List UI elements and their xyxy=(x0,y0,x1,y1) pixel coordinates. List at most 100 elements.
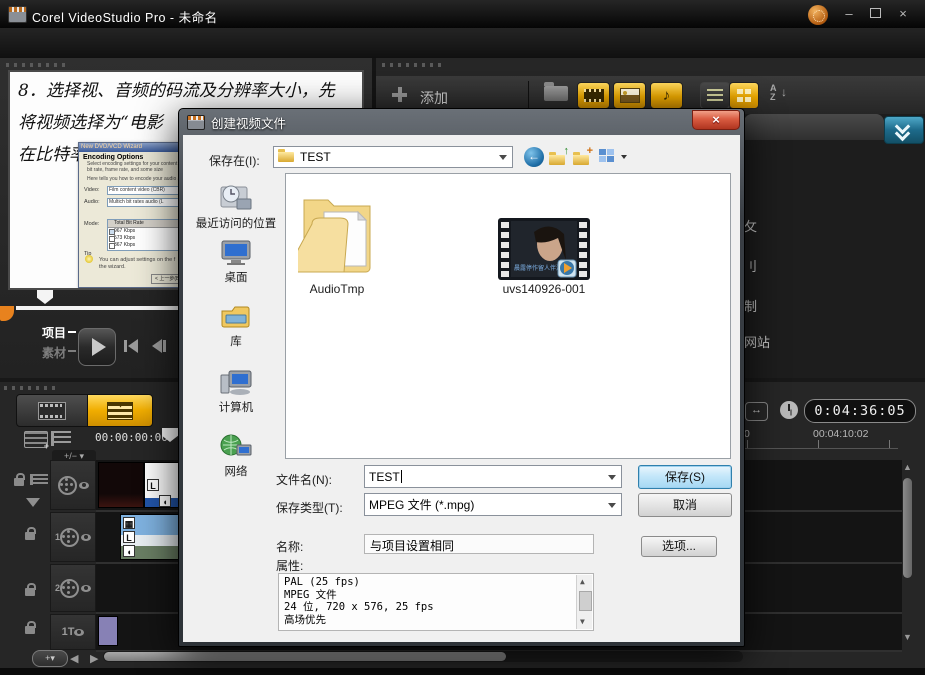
slide-text: 8．选择视、音频的码流及分辨率大小，先 xyxy=(18,76,364,101)
scroll-left-arrow[interactable]: ◀ xyxy=(70,652,78,665)
home-button[interactable] xyxy=(120,338,142,354)
library-tab-bar xyxy=(744,114,884,140)
title-track-header[interactable]: 1T xyxy=(50,614,96,650)
file-list-area[interactable]: AudioTmp 晨露停作留人伴潭 uvs140926 xyxy=(285,173,731,459)
timeline-current-timecode: 00:00:00:00 xyxy=(95,431,168,444)
lock-icon[interactable] xyxy=(14,478,24,486)
thumbnail-view-button[interactable] xyxy=(729,82,759,109)
divider xyxy=(528,81,529,109)
lock-icon[interactable] xyxy=(25,588,35,596)
dialog-close-button[interactable]: × xyxy=(692,110,740,130)
file-name-input[interactable]: TEST xyxy=(364,465,622,488)
filter-audio-button[interactable]: ♪ xyxy=(650,82,683,109)
add-track-pill-button[interactable]: +▾ xyxy=(32,650,68,667)
chapter-list-icon[interactable] xyxy=(51,431,71,446)
save-button[interactable]: 保存(S) xyxy=(638,465,732,489)
folder-item-label[interactable]: AudioTmp xyxy=(298,282,376,296)
scrollbar-thumb[interactable] xyxy=(579,591,592,611)
scroll-up-arrow[interactable]: ▲ xyxy=(580,576,585,589)
track-manager-icon[interactable] xyxy=(24,431,48,448)
scroll-down-arrow[interactable]: ▼ xyxy=(903,632,912,642)
fit-project-button[interactable]: ↔ xyxy=(745,402,768,421)
options-button[interactable]: 选项... xyxy=(641,536,717,557)
previous-frame-button[interactable] xyxy=(148,338,170,354)
place-network[interactable]: 网络 xyxy=(191,433,281,479)
close-button[interactable]: × xyxy=(892,8,914,22)
add-icon xyxy=(392,87,407,102)
properties-scrollbar[interactable]: ▲ ▼ xyxy=(576,575,592,629)
overlay2-track-header[interactable]: 2 xyxy=(50,564,96,612)
video-file-thumbnail[interactable]: 晨露停作留人伴潭 xyxy=(498,218,590,280)
embedded-dialog-title: New DVD/VCD Wizard xyxy=(79,143,189,152)
view-menu-button[interactable] xyxy=(599,147,625,167)
place-recent[interactable]: 最近访问的位置 xyxy=(191,179,281,231)
timeline-view-button[interactable] xyxy=(87,394,153,427)
place-desktop[interactable]: 桌面 xyxy=(191,239,281,285)
scroll-up-arrow[interactable]: ▲ xyxy=(903,462,912,472)
back-button[interactable]: ← xyxy=(524,147,544,167)
maximize-button[interactable] xyxy=(864,8,886,22)
save-type-label: 保存类型(T): xyxy=(276,499,343,516)
title-clip[interactable] xyxy=(98,616,118,646)
lock-icon[interactable] xyxy=(25,532,35,540)
list-view-button[interactable] xyxy=(700,82,730,109)
lock-icon[interactable] xyxy=(25,626,35,634)
audio-badge: ◖ xyxy=(159,495,171,507)
save-type-combobox[interactable]: MPEG 文件 (*.mpg) xyxy=(364,493,622,516)
computer-icon xyxy=(219,369,253,397)
timeline-ruler[interactable]: 0 00:04:10:02 xyxy=(744,428,898,449)
video-item-label[interactable]: uvs140926-001 xyxy=(486,282,602,296)
mode-project[interactable]: 项目 xyxy=(42,324,66,341)
overlay1-track-header[interactable]: 1 xyxy=(50,512,96,562)
save-in-label: 保存在(I): xyxy=(209,152,260,169)
cancel-button[interactable]: 取消 xyxy=(638,493,732,517)
audiotmp-folder-icon[interactable] xyxy=(298,186,376,278)
horizontal-scrollbar[interactable] xyxy=(103,651,743,662)
storyboard-icon xyxy=(38,402,66,420)
properties-line: MPEG 文件 xyxy=(284,589,575,602)
filter-photo-button[interactable] xyxy=(613,82,646,109)
duration-clock-icon[interactable] xyxy=(780,401,798,419)
track-list-icon[interactable] xyxy=(30,474,48,485)
project-duration-display: 0:04:36:05 xyxy=(804,399,916,423)
scroll-right-arrow[interactable]: ▶ xyxy=(90,652,98,665)
visibility-eye-icon xyxy=(79,482,89,489)
video-clip-1[interactable] xyxy=(98,462,144,508)
corel-messages-icon[interactable] xyxy=(808,5,828,25)
panel-grip xyxy=(4,386,60,390)
places-sidebar: 最近访问的位置 桌面 库 xyxy=(191,171,281,601)
dialog-title: 创建视频文件 xyxy=(211,113,286,132)
browse-folder-icon[interactable] xyxy=(544,86,568,101)
minimize-button[interactable]: – xyxy=(838,8,860,22)
add-button[interactable]: 添加 xyxy=(420,88,448,108)
up-one-level-button[interactable]: ↑ xyxy=(549,147,569,167)
filter-video-button[interactable] xyxy=(577,82,610,109)
storyboard-view-button[interactable] xyxy=(16,394,88,427)
vertical-scrollbar-thumb[interactable] xyxy=(903,478,912,578)
menu-bar: 文件 编辑 工具 设置 1 捕获 2 编辑 3 分享 xyxy=(0,28,925,59)
new-folder-button[interactable]: + xyxy=(573,147,593,167)
video-track-header[interactable] xyxy=(50,460,96,510)
place-computer[interactable]: 计算机 xyxy=(191,369,281,415)
mode-clip[interactable]: 素材 xyxy=(42,344,66,361)
visibility-eye-icon xyxy=(81,534,91,541)
scrub-marker[interactable] xyxy=(37,290,53,304)
libraries-icon xyxy=(219,303,253,331)
desktop-icon xyxy=(219,239,253,267)
visibility-eye-icon xyxy=(74,629,84,636)
sort-az-icon[interactable]: AZ↓ xyxy=(770,84,792,106)
scroll-down-arrow[interactable]: ▼ xyxy=(580,616,585,629)
trim-handle[interactable] xyxy=(0,306,14,321)
place-libraries[interactable]: 库 xyxy=(191,303,281,349)
svg-text:晨露停作留人伴潭: 晨露停作留人伴潭 xyxy=(514,264,562,272)
play-button[interactable] xyxy=(78,328,116,366)
chevron-expand-button[interactable] xyxy=(884,116,924,144)
overlay-clip[interactable]: ▦ L ◖ xyxy=(120,514,184,560)
app-window: Corel VideoStudio Pro - 未命名 – × 文件 编辑 工具… xyxy=(0,0,925,675)
dialog-title-bar[interactable]: 创建视频文件 xyxy=(179,109,744,135)
list-icon xyxy=(707,89,723,102)
folder-icon xyxy=(278,152,294,162)
collapse-caret-icon[interactable] xyxy=(26,498,40,507)
save-in-combobox[interactable]: TEST xyxy=(273,146,513,168)
horizontal-scrollbar-thumb[interactable] xyxy=(104,652,506,661)
